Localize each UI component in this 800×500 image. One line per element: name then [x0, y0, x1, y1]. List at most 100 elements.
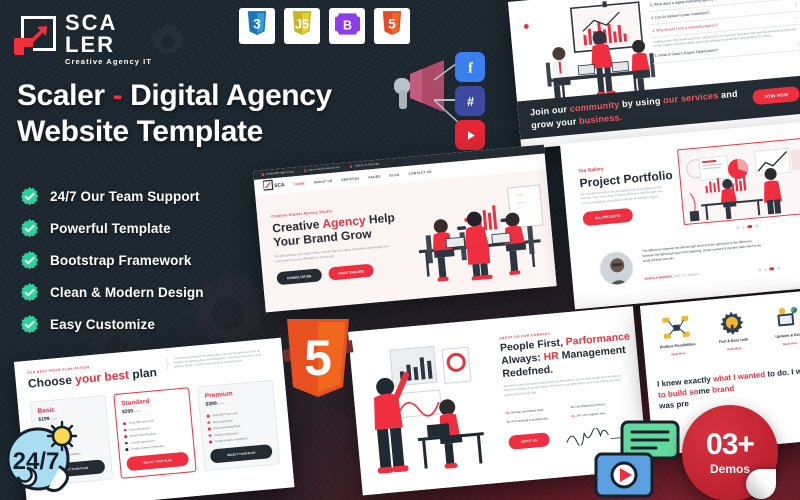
topbar-item: Mon-Fri 09:00 AM-6:00 PM [303, 166, 340, 173]
plan-price-value: $399 [205, 400, 218, 408]
select-plan-button[interactable]: SELECT YOUR PLAN [209, 444, 273, 464]
check-badge-icon [20, 218, 39, 238]
plan-card-standard[interactable]: Standard $299/month Good SEO work rank S… [113, 387, 197, 479]
faq-list: 2. What does a digital marketing agency … [647, 0, 800, 64]
dashboard-illustration [678, 138, 800, 226]
hashtag-icon[interactable]: # [455, 86, 485, 116]
read-more-link[interactable]: Read More [766, 339, 800, 347]
feature-item: Powerful Template [20, 212, 204, 244]
faq-question: 3. Can AI replace human marketers? [650, 10, 710, 20]
feature-list: 24/7 Our Team Support Powerful Template … [20, 180, 204, 340]
author-role: CEO of IT Software [673, 271, 700, 279]
check-badge-icon [20, 250, 39, 270]
carousel-dot[interactable] [736, 226, 739, 229]
minus-icon: − [795, 14, 798, 21]
carousel-dot[interactable] [777, 266, 780, 270]
plus-icon: + [793, 1, 797, 8]
nav-item-home[interactable]: HOME [294, 181, 305, 186]
nav-item-about[interactable]: ABOUT US [314, 179, 333, 185]
portfolio-eyebrow: Our Gallery [578, 166, 604, 174]
read-more-link[interactable]: Read More [654, 350, 702, 358]
feature-card[interactable]: Fast & Easy todo Read More [707, 308, 759, 353]
svg-text:B: B [342, 18, 351, 32]
feature-item: Easy Customize [20, 308, 204, 340]
carousel-dot-active[interactable] [747, 224, 753, 228]
person-update-icon [763, 303, 800, 333]
demos-count-badge: 03+ Demos [682, 405, 778, 500]
bootstrap-badge: B [329, 8, 365, 44]
svg-text:f: f [468, 60, 473, 75]
brand-logo[interactable]: SCA LER Creative Agency IT [14, 10, 152, 66]
cta-part-3: and [717, 88, 739, 101]
feature-cards: Endless Possibilities Read More Fast & E… [651, 303, 800, 358]
facebook-icon[interactable]: f [455, 52, 485, 82]
homepage-mockup[interactable]: info@scaler-agency.com Mon-Fri 09:00 AM-… [253, 144, 557, 313]
gear-bulb-icon [707, 308, 757, 338]
carousel-dots[interactable] [736, 224, 758, 229]
plan-card-premium[interactable]: Premium $399/month Good SEO work rank Sh… [196, 379, 281, 472]
testimonial-author: MAROLA NEBREAL CEO of IT Software [644, 272, 699, 281]
nav-item-pages[interactable]: PAGES [368, 174, 380, 179]
youtube-icon[interactable] [455, 120, 485, 150]
hero-title-part2: Help [364, 210, 396, 227]
feature-label: Clean & Modern Design [50, 284, 204, 300]
portfolio-mockup[interactable]: Our Gallery Project Portfolio Res window… [560, 121, 800, 310]
plan-period: /month [216, 402, 225, 406]
hr-title-accent2: HR [543, 350, 560, 364]
javascript-badge: J5 [284, 8, 320, 44]
carousel-dot[interactable] [758, 268, 761, 272]
feature-card[interactable]: Updates & Extra Read More [763, 303, 800, 348]
svg-text:J5: J5 [295, 16, 309, 31]
plan-feature: Google analytics installation [125, 443, 187, 452]
about-us-button[interactable]: ABOUT US [508, 432, 550, 450]
all-projects-button[interactable]: ALL PROJECTS [582, 207, 634, 227]
carousel-dot[interactable] [755, 224, 758, 228]
page-title: Scaler - Digital Agency Website Template [17, 78, 377, 150]
headline-part-1: Scaler [17, 79, 113, 112]
html5-icon: 5 [381, 10, 403, 42]
css3-icon: 3 [246, 10, 268, 42]
logo-mark-icon [14, 14, 58, 58]
network-nodes-icon [651, 313, 701, 343]
hr-illustration [374, 345, 484, 474]
quote-part2: to do. I w [764, 366, 800, 379]
support-247-label: 24/7 [13, 448, 60, 475]
html5-number: 5 [304, 330, 332, 386]
check-badge-icon [20, 186, 39, 206]
enquire-button[interactable]: START ENQUIRE [327, 263, 375, 281]
headline-dash: - [112, 79, 123, 112]
feature-item: 24/7 Our Team Support [20, 180, 204, 212]
read-more-link[interactable]: Read More [710, 344, 758, 352]
carousel-dot[interactable] [763, 267, 767, 271]
testimonial-quote: The difference between the almost right … [641, 239, 762, 263]
quote-accent1: what I wanted [712, 369, 766, 384]
nav-item-services[interactable]: SERVICES [341, 176, 359, 182]
carousel-dot-active[interactable] [769, 267, 775, 271]
html5-shield-badge: 5 [281, 317, 355, 404]
logo-word-line1: SCA [65, 10, 118, 35]
chat-video-widget[interactable] [594, 420, 680, 500]
cta-highlight-2: our services [662, 90, 719, 106]
topbar-item: +258 (0) 12 345 6789 [349, 163, 379, 169]
plan-price-value: $299 [121, 408, 134, 416]
hero-buttons: CONSULTATION START ENQUIRE [276, 263, 375, 286]
avatar [598, 249, 635, 287]
headline-part-2: Digital Agency [122, 79, 332, 112]
svg-text:3: 3 [253, 16, 261, 31]
plan-features: Good SEO work rank Short description Bra… [122, 417, 187, 452]
topbar-item: info@scaler-agency.com [261, 170, 294, 177]
nav-item-blog[interactable]: BLOG [389, 173, 400, 178]
gear-icon [148, 22, 188, 62]
quote-part3: me [698, 385, 713, 397]
carousel-dot[interactable] [741, 225, 745, 229]
office-illustration [397, 174, 557, 300]
consultation-button[interactable]: CONSULTATION [276, 268, 322, 286]
nav-item-contact[interactable]: CONTACT US [408, 170, 431, 176]
peel-corner [746, 469, 776, 499]
feature-label: Powerful Template [50, 220, 171, 236]
javascript-icon: J5 [291, 10, 313, 42]
select-plan-button[interactable]: SELECT YOUR PLAN [126, 451, 190, 472]
join-now-button[interactable]: JOIN NOW [752, 85, 800, 106]
testimonial-dots[interactable] [758, 266, 780, 272]
feature-card[interactable]: Endless Possibilities Read More [651, 313, 703, 358]
